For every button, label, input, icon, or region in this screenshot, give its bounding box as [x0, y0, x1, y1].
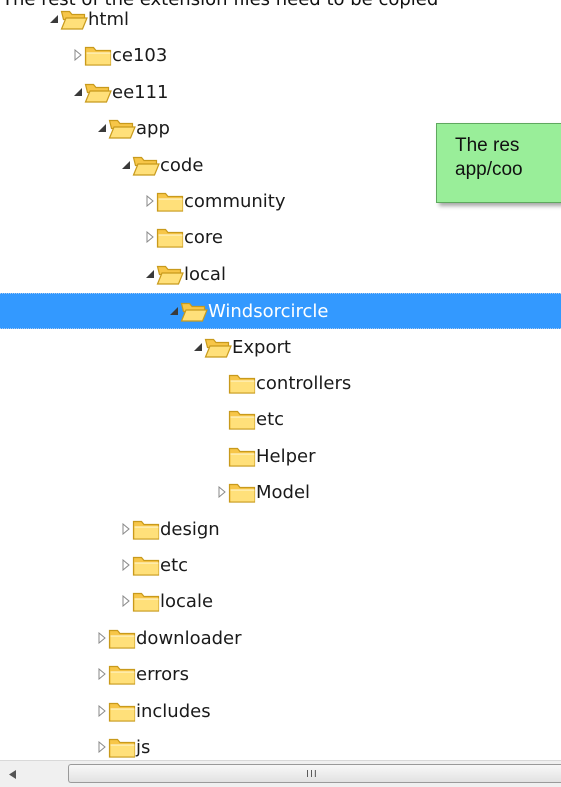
tree-item-label: Windsorcircle	[208, 301, 329, 323]
tree-row[interactable]: html	[0, 2, 561, 38]
folder-tree: html ce103 ee111 app code community core local W…	[0, 0, 561, 760]
tree-item-label: controllers	[256, 373, 352, 394]
tree-item-label: js	[136, 737, 151, 758]
tree-item-label: code	[160, 154, 204, 176]
tree-row[interactable]: Model	[0, 475, 561, 511]
expand-arrow-icon[interactable]	[96, 668, 108, 681]
tree-row[interactable]: local	[0, 257, 561, 293]
expand-arrow-icon[interactable]	[120, 522, 132, 535]
tree-row[interactable]: etc	[0, 402, 561, 438]
folder-icon	[132, 517, 160, 541]
tree-item-label: core	[184, 227, 223, 249]
folder-icon	[108, 662, 136, 686]
expand-arrow-icon[interactable]	[144, 231, 156, 244]
expand-arrow-icon[interactable]	[120, 595, 132, 608]
folder-open-icon	[180, 299, 208, 323]
callout-line-2: app/coo	[455, 159, 523, 180]
tree-item-label: local	[184, 263, 226, 285]
collapse-arrow-icon[interactable]	[48, 13, 60, 25]
tree-row[interactable]: controllers	[0, 366, 561, 402]
folder-icon	[132, 589, 160, 613]
folder-icon	[156, 189, 184, 213]
folder-icon	[228, 444, 256, 468]
expand-arrow-icon[interactable]	[120, 559, 132, 571]
tree-item-label: errors	[136, 664, 189, 686]
folder-icon	[132, 553, 160, 577]
expand-arrow-icon[interactable]	[216, 486, 228, 499]
scrollbar-grip: III	[306, 769, 318, 780]
folder-icon	[108, 699, 136, 723]
folder-open-icon	[60, 7, 88, 31]
collapse-arrow-icon[interactable]	[144, 268, 156, 280]
tree-item-label: ce103	[112, 45, 168, 67]
expand-arrow-icon[interactable]	[96, 741, 108, 753]
tree-row[interactable]: etc	[0, 548, 561, 584]
tree-row[interactable]: design	[0, 512, 561, 548]
folder-icon	[84, 43, 112, 67]
collapse-arrow-icon[interactable]	[96, 122, 108, 134]
tree-item-label: app	[136, 118, 170, 140]
tree-row[interactable]: includes	[0, 694, 561, 730]
arrow-left-icon[interactable]	[0, 761, 24, 787]
expand-arrow-icon[interactable]	[96, 631, 108, 644]
folder-icon	[228, 371, 256, 395]
folder-icon	[228, 407, 256, 431]
tree-item-label: etc	[256, 409, 285, 431]
tree-row[interactable]: locale	[0, 584, 561, 620]
folder-open-icon	[204, 335, 232, 359]
tree-item-label: Model	[256, 482, 311, 504]
tree-item-label: etc	[160, 555, 189, 576]
callout-line-1: The res	[455, 135, 520, 156]
folder-icon	[108, 626, 136, 650]
expand-arrow-icon[interactable]	[96, 704, 108, 717]
folder-open-icon	[108, 116, 136, 140]
folder-icon	[108, 735, 136, 759]
tree-row[interactable]: Helper	[0, 439, 561, 475]
tree-row[interactable]: Export	[0, 330, 561, 366]
tree-item-label: Export	[232, 336, 291, 358]
tree-item-label: html	[88, 9, 130, 30]
collapse-arrow-icon[interactable]	[72, 86, 84, 98]
collapse-arrow-icon[interactable]	[192, 341, 204, 353]
tree-row[interactable]: ee111	[0, 75, 561, 111]
tree-row[interactable]: Windsorcircle	[0, 293, 561, 330]
callout-note: The res app/coo	[436, 123, 561, 203]
tree-row[interactable]: errors	[0, 657, 561, 693]
folder-icon	[156, 225, 184, 249]
explorer-window: The rest of the extension files need to …	[0, 0, 561, 787]
tree-item-label: Helper	[256, 445, 316, 467]
expand-arrow-icon[interactable]	[72, 49, 84, 62]
tree-item-label: ee111	[112, 81, 169, 103]
tree-item-label: downloader	[136, 627, 242, 649]
tree-item-label: design	[160, 518, 220, 540]
expand-arrow-icon[interactable]	[144, 195, 156, 207]
horizontal-scrollbar[interactable]: III	[0, 760, 561, 787]
folder-open-icon	[84, 80, 112, 104]
tree-row[interactable]: core	[0, 220, 561, 256]
tree-item-label: includes	[136, 700, 211, 722]
tree-item-label: community	[184, 191, 286, 212]
folder-icon	[228, 480, 256, 504]
collapse-arrow-icon[interactable]	[168, 305, 180, 317]
tree-row[interactable]: ce103	[0, 38, 561, 74]
tree-item-label: locale	[160, 591, 214, 613]
collapse-arrow-icon[interactable]	[120, 159, 132, 171]
folder-open-icon	[132, 153, 160, 177]
folder-open-icon	[156, 262, 184, 286]
scrollbar-thumb[interactable]: III	[68, 764, 561, 783]
tree-row[interactable]: downloader	[0, 621, 561, 657]
